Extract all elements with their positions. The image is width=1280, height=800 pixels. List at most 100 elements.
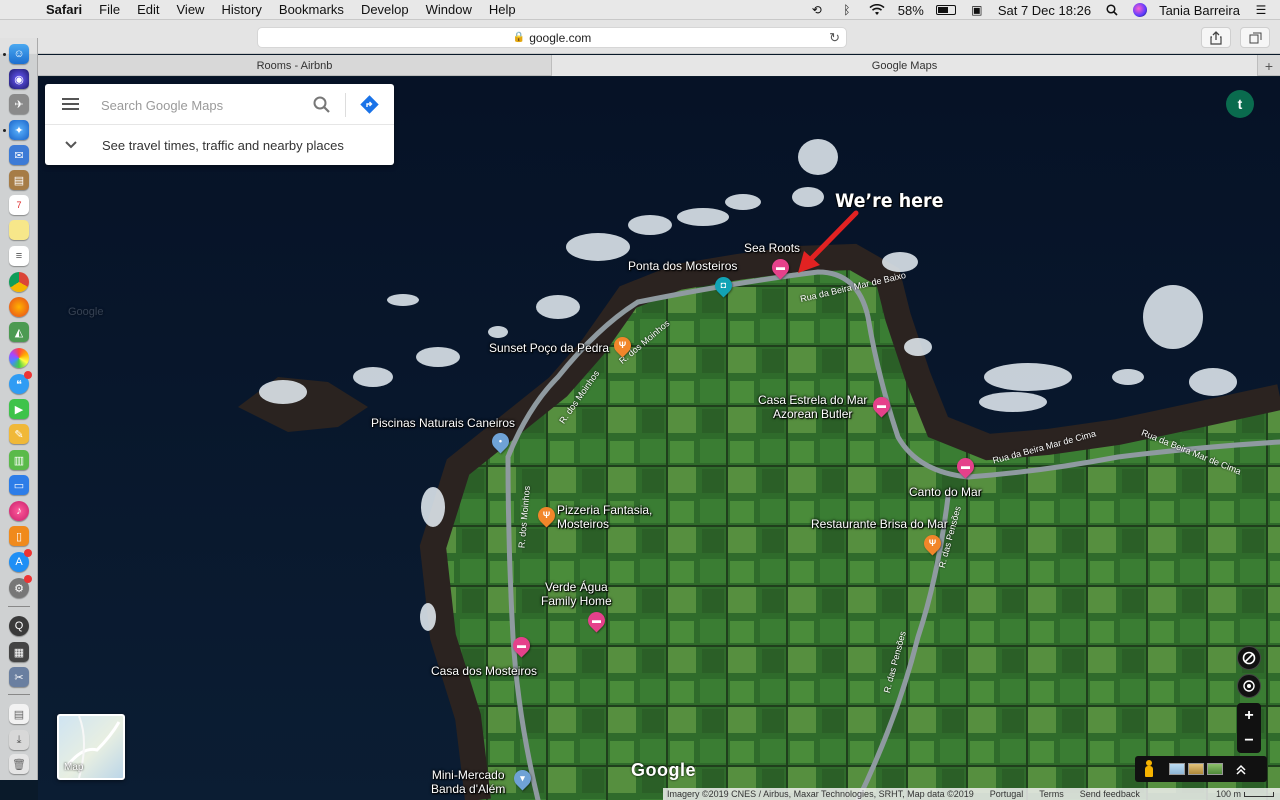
zoom-in-button[interactable]: + [1237, 703, 1261, 728]
search-input[interactable] [101, 94, 306, 116]
chevron-up-icon[interactable] [1235, 763, 1247, 775]
map-canvas[interactable]: Google Rua da Beira Mar de Baixo R. dos … [38, 77, 1280, 800]
menu-edit[interactable]: Edit [137, 2, 159, 17]
watermark-google: Google [68, 306, 104, 318]
share-icon [1210, 30, 1222, 45]
scale-bar[interactable]: 100 m [1216, 788, 1274, 800]
place-label[interactable]: Restaurante Brisa do Mar [811, 517, 948, 531]
siri-icon[interactable] [1133, 3, 1148, 17]
search-icon[interactable] [311, 94, 333, 116]
time-machine-icon[interactable]: ⟲ [808, 3, 826, 17]
shop-icon: ▾ [520, 773, 525, 783]
mail-icon[interactable]: ✉ [9, 145, 29, 165]
notes-icon[interactable] [9, 220, 29, 240]
messages-icon[interactable]: ❝ [9, 371, 32, 394]
running-indicator [3, 129, 6, 132]
menu-develop[interactable]: Develop [361, 2, 409, 17]
place-label[interactable]: Mini-Mercado Banda d'Além [431, 768, 505, 796]
notification-center-icon[interactable]: ☰ [1252, 3, 1270, 17]
contacts-icon[interactable]: ▤ [9, 170, 29, 190]
badge [24, 371, 32, 379]
search-panel: See travel times, traffic and nearby pla… [45, 84, 394, 165]
place-label[interactable]: Canto do Mar [909, 485, 982, 499]
downloads-icon[interactable]: ⤓ [9, 730, 29, 750]
siri-dock-icon[interactable]: ◉ [9, 69, 29, 89]
menu-help[interactable]: Help [489, 2, 516, 17]
finder-icon[interactable]: ☺ [9, 44, 29, 64]
travel-times-text: See travel times, traffic and nearby pla… [102, 138, 344, 153]
place-label[interactable]: Verde Água Family Home [541, 580, 612, 608]
running-indicator [3, 53, 6, 56]
menu-history[interactable]: History [221, 2, 261, 17]
clock[interactable]: Sat 7 Dec 18:26 [998, 3, 1091, 18]
travel-times-row[interactable]: See travel times, traffic and nearby pla… [45, 125, 394, 165]
itunes-icon[interactable]: ♪ [9, 501, 29, 521]
numbers-icon[interactable]: ▥ [9, 450, 29, 470]
tab-google-maps[interactable]: Google Maps [552, 55, 1258, 76]
place-label[interactable]: Casa Estrela do Mar Azorean Butler [758, 393, 867, 421]
hotel-icon: ▬ [961, 461, 970, 471]
menu-file[interactable]: File [99, 2, 120, 17]
reload-icon[interactable]: ↻ [829, 30, 840, 46]
menu-view[interactable]: View [177, 2, 205, 17]
imagery-thumbnail[interactable] [1207, 763, 1223, 775]
place-label[interactable]: Ponta dos Mosteiros [628, 259, 737, 273]
facetime-icon[interactable]: ▶ [9, 399, 29, 419]
country-link[interactable]: Portugal [990, 789, 1024, 799]
battery-icon[interactable] [935, 5, 956, 15]
camera-icon: ◘ [720, 280, 727, 290]
books-icon[interactable]: ▯ [9, 526, 29, 546]
my-location-button[interactable] [1237, 674, 1261, 698]
pages-icon[interactable]: ✎ [9, 424, 29, 444]
reminders-icon[interactable]: ≡ [9, 246, 29, 266]
place-label[interactable]: Piscinas Naturais Caneiros [371, 416, 515, 430]
document-icon[interactable]: ▤ [9, 704, 29, 724]
tab-overview-button[interactable] [1240, 27, 1270, 48]
tab-rooms-airbnb[interactable]: Rooms - Airbnb [38, 55, 552, 76]
maps-icon[interactable]: ◭ [9, 322, 29, 342]
safari-dock-icon[interactable]: ✦ [9, 120, 29, 140]
user-name[interactable]: Tania Barreira [1159, 3, 1240, 18]
pegman-icon[interactable] [1143, 760, 1155, 778]
preview-icon[interactable]: ▦ [9, 642, 29, 662]
calendar-icon[interactable]: 7 [9, 195, 29, 215]
menu-window[interactable]: Window [426, 2, 472, 17]
launchpad-icon[interactable]: ✈ [9, 94, 29, 114]
send-feedback-link[interactable]: Send feedback [1080, 789, 1140, 799]
chrome-icon[interactable] [9, 272, 29, 292]
wifi-icon[interactable] [868, 3, 886, 17]
spotlight-icon[interactable] [1103, 3, 1121, 17]
terms-link[interactable]: Terms [1039, 789, 1064, 799]
share-button[interactable] [1201, 27, 1231, 48]
menu-app-safari[interactable]: Safari [46, 2, 82, 17]
photos-icon[interactable] [9, 348, 29, 368]
app-store-icon[interactable]: A [9, 549, 32, 572]
map-layer-toggle[interactable]: Map [57, 714, 125, 780]
imagery-thumbnail[interactable] [1169, 763, 1185, 775]
utility-icon[interactable]: ✂ [9, 667, 29, 687]
menu-bookmarks[interactable]: Bookmarks [279, 2, 344, 17]
place-label[interactable]: Sea Roots [744, 241, 800, 255]
imagery-thumbnail[interactable] [1188, 763, 1204, 775]
attribution-bar: Imagery ©2019 CNES / Airbus, Maxar Techn… [663, 788, 1280, 800]
system-preferences-icon[interactable]: ⚙ [9, 575, 32, 598]
place-label[interactable]: Pizzeria Fantasia, Mosteiros [557, 503, 652, 531]
quicktime-icon[interactable]: Q [9, 616, 29, 636]
tilt-button[interactable] [1237, 646, 1261, 670]
place-label[interactable]: Sunset Poço da Pedra [489, 341, 609, 355]
firefox-icon[interactable] [9, 297, 29, 317]
trash-icon[interactable]: 🗑 [9, 754, 29, 774]
account-avatar[interactable]: t [1226, 90, 1254, 118]
zoom-out-button[interactable]: − [1237, 728, 1261, 753]
place-label[interactable]: Casa dos Mosteiros [431, 664, 537, 678]
lock-icon: 🔒 [512, 32, 526, 43]
street-view-bar [1135, 756, 1267, 782]
keynote-icon[interactable]: ▭ [9, 475, 29, 495]
display-icon[interactable]: ▣ [968, 3, 986, 17]
bluetooth-icon[interactable]: ᛒ [838, 3, 856, 17]
directions-icon[interactable] [360, 95, 379, 114]
menu-icon[interactable] [62, 98, 79, 110]
address-bar[interactable]: 🔒 google.com ↻ [257, 27, 847, 48]
new-tab-button[interactable]: + [1258, 55, 1280, 76]
browser-toolbar: 🔒 google.com ↻ [0, 20, 1280, 54]
